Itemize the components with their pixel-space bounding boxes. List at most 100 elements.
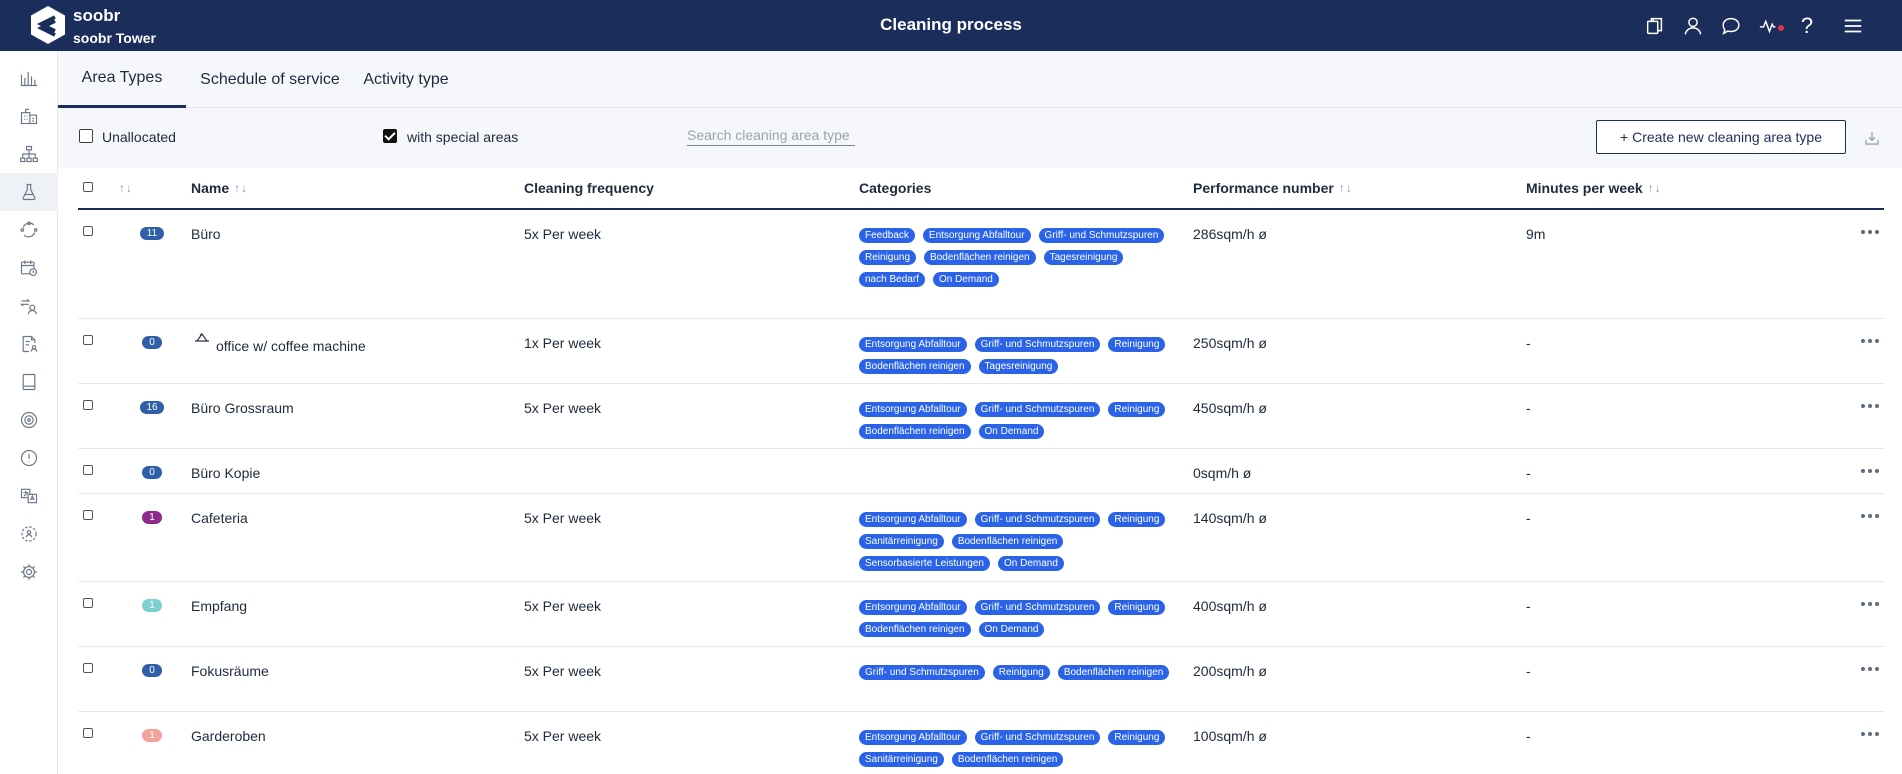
minutes-per-week: 9m	[1526, 226, 1546, 242]
row-checkbox[interactable]	[83, 663, 93, 673]
category-chip: Bodenflächen reinigen	[951, 752, 1064, 767]
more-options-icon[interactable]	[1858, 727, 1882, 741]
cycle-icon[interactable]	[0, 211, 58, 249]
pulse-icon[interactable]	[1750, 12, 1788, 40]
category-chip: Reinigung	[1108, 512, 1166, 527]
soobr-logo-icon[interactable]	[28, 4, 68, 46]
more-options-icon[interactable]	[1858, 464, 1882, 478]
column-name[interactable]: Name ↑↓	[191, 168, 248, 208]
translate-icon[interactable]	[0, 477, 58, 515]
special-areas-checkbox[interactable]	[383, 129, 397, 143]
cleaning-frequency: 5x Per week	[524, 663, 602, 679]
bar-chart-icon[interactable]	[0, 59, 58, 97]
menu-icon[interactable]	[1834, 12, 1872, 40]
column-minutes-per-week[interactable]: Minutes per week ↑↓	[1526, 168, 1662, 208]
category-chip: Bodenflächen reinigen	[859, 359, 971, 374]
more-options-icon[interactable]	[1858, 597, 1882, 611]
sort-arrows-icon: ↑↓	[1338, 181, 1353, 195]
tab-area-types[interactable]: Area Types	[58, 51, 186, 108]
area-type-name[interactable]: Büro	[191, 226, 221, 242]
table-row[interactable]: 1 Cafeteria 5x Per week Entsorgung Abfallto…	[78, 494, 1884, 582]
category-chip: Bodenflächen reinigen	[924, 250, 1036, 265]
download-icon[interactable]	[1860, 126, 1884, 150]
area-type-name[interactable]: Garderoben	[191, 728, 266, 744]
count-sort[interactable]: ↑↓	[114, 168, 133, 208]
area-type-name[interactable]: Empfang	[191, 598, 247, 614]
category-chip: On Demand	[978, 424, 1045, 439]
category-chip: Griff- und Schmutzspuren	[974, 337, 1101, 352]
column-cleaning-frequency: Cleaning frequency	[524, 180, 654, 196]
tab-schedule-of-service[interactable]: Schedule of service	[194, 51, 346, 108]
search-input[interactable]	[687, 124, 855, 146]
minutes-per-week: -	[1526, 663, 1531, 679]
area-count-badge: 1	[142, 511, 162, 524]
row-checkbox[interactable]	[83, 598, 93, 608]
copy-icon[interactable]	[1636, 12, 1674, 40]
more-options-icon[interactable]	[1858, 225, 1882, 239]
top-bar: soobr soobr Tower Cleaning process ?	[0, 0, 1902, 51]
cleaning-frequency: 5x Per week	[524, 400, 602, 416]
book-icon[interactable]	[0, 363, 58, 401]
unallocated-checkbox[interactable]	[79, 129, 93, 143]
performance-number: 400sqm/h ø	[1193, 598, 1267, 614]
table-row[interactable]: 1 Garderoben 5x Per week Entsorgung Abfallt…	[78, 712, 1884, 774]
more-options-icon[interactable]	[1858, 399, 1882, 413]
area-type-name[interactable]: Büro Kopie	[191, 465, 260, 481]
category-list: Entsorgung Abfalltour Griff- und Schmutzs…	[859, 337, 1179, 374]
tab-activity-type[interactable]: Activity type	[354, 51, 458, 108]
category-chip: Entsorgung Abfalltour	[859, 600, 967, 615]
flask-icon[interactable]	[0, 173, 58, 211]
gear-users-icon[interactable]	[0, 515, 58, 553]
document-user-icon[interactable]	[0, 325, 58, 363]
special-areas-label: with special areas	[407, 129, 519, 145]
category-chip: On Demand	[932, 272, 999, 287]
brand-name: soobr	[73, 6, 121, 25]
row-checkbox[interactable]	[83, 226, 93, 236]
table-row[interactable]: 11 Büro 5x Per week Feedback Entsorgung Abfa…	[78, 210, 1884, 319]
building-icon[interactable]	[0, 97, 58, 135]
category-chip: Griff- und Schmutzspuren	[974, 600, 1101, 615]
area-count-badge: 0	[142, 466, 162, 479]
table-row[interactable]: 16 Büro Grossraum 5x Per week Entsorgung Ab…	[78, 384, 1884, 449]
row-checkbox[interactable]	[83, 335, 93, 345]
table-row[interactable]: 0 office w/ coffee machine 1x Per week Ents…	[78, 319, 1884, 384]
select-all-checkbox[interactable]	[83, 182, 93, 192]
help-icon[interactable]: ?	[1788, 12, 1826, 40]
row-checkbox[interactable]	[83, 400, 93, 410]
category-chip: Griff- und Schmutzspuren	[974, 730, 1101, 745]
hierarchy-icon[interactable]	[0, 135, 58, 173]
area-type-name[interactable]: Cafeteria	[191, 510, 248, 526]
more-options-icon[interactable]	[1858, 334, 1882, 348]
area-type-name[interactable]: Büro Grossraum	[191, 400, 294, 416]
more-options-icon[interactable]	[1858, 662, 1882, 676]
create-area-type-button[interactable]: + Create new cleaning area type	[1596, 120, 1846, 154]
calendar-clock-icon[interactable]	[0, 249, 58, 287]
more-options-icon[interactable]	[1858, 509, 1882, 523]
target-icon[interactable]	[0, 401, 58, 439]
sort-arrows-icon: ↑↓	[234, 181, 249, 195]
row-checkbox[interactable]	[83, 510, 93, 520]
alert-icon[interactable]	[0, 439, 58, 477]
row-checkbox[interactable]	[83, 465, 93, 475]
gear-icon[interactable]	[0, 553, 58, 591]
table-row[interactable]: 0 Büro Kopie 0sqm/h ø -	[78, 449, 1884, 494]
table-header: ↑↓ Name ↑↓ Cleaning frequency Categories …	[78, 168, 1884, 210]
sidebar	[0, 51, 58, 774]
site-selector[interactable]: soobr Tower	[73, 30, 156, 46]
table-row[interactable]: 0 Fokusräume 5x Per week Griff- und Schmutz…	[78, 647, 1884, 712]
table-row[interactable]: 1 Empfang 5x Per week Entsorgung Abfalltour…	[78, 582, 1884, 647]
performance-number: 250sqm/h ø	[1193, 335, 1267, 351]
area-type-name[interactable]: Fokusräume	[191, 663, 269, 679]
category-chip: Tagesreinigung	[978, 359, 1059, 374]
chat-icon[interactable]	[1712, 12, 1750, 40]
column-performance-number[interactable]: Performance number ↑↓	[1193, 168, 1353, 208]
performance-number: 200sqm/h ø	[1193, 663, 1267, 679]
category-chip: Griff- und Schmutzspuren	[974, 512, 1101, 527]
category-list: Entsorgung Abfalltour Griff- und Schmutzs…	[859, 600, 1179, 637]
area-type-name[interactable]: office w/ coffee machine	[216, 338, 366, 354]
user-icon[interactable]	[1674, 12, 1712, 40]
category-chip: Sensorbasierte Leistungen	[859, 556, 990, 571]
row-checkbox[interactable]	[83, 728, 93, 738]
area-count-badge: 1	[142, 729, 162, 742]
user-swap-icon[interactable]	[0, 287, 58, 325]
